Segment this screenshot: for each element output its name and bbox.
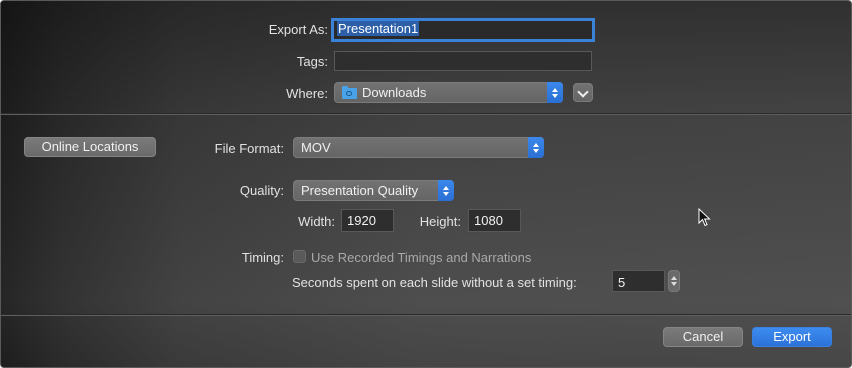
recorded-timings-label: Use Recorded Timings and Narrations [311,250,532,265]
file-format-value: MOV [301,140,331,155]
export-dialog: Export As: Presentation1 Tags: Where: Do… [0,0,852,368]
height-field[interactable]: 1080 [468,209,521,232]
seconds-label: Seconds spent on each slide without a se… [292,275,577,290]
top-separator [1,113,851,115]
quality-value: Presentation Quality [301,183,419,198]
mouse-cursor-icon [698,208,711,227]
quality-arrows-icon [438,180,454,201]
file-format-arrows-icon [528,137,544,158]
height-label: Height: [419,214,461,229]
quality-popup[interactable]: Presentation Quality [293,180,454,201]
where-value: Downloads [362,85,427,100]
quality-label: Quality: [239,183,284,198]
seconds-stepper[interactable] [668,270,680,292]
expand-button[interactable] [573,83,593,102]
chevron-down-icon [577,86,589,98]
export-button[interactable]: Export [752,327,832,347]
file-format-label: File Format: [214,141,284,156]
tags-label: Tags: [296,54,328,69]
folder-icon [342,86,357,99]
export-as-field[interactable]: Presentation1 [331,18,595,42]
recorded-timings-checkbox[interactable] [293,250,306,263]
export-as-value: Presentation1 [337,21,420,36]
where-popup-arrows-icon [547,82,563,103]
width-label: Width: [298,214,335,229]
seconds-field[interactable]: 5 [612,270,665,292]
stepper-down-icon [671,282,677,286]
online-locations-button[interactable]: Online Locations [24,137,156,157]
width-field[interactable]: 1920 [341,209,394,232]
timing-label: Timing: [241,250,284,265]
where-popup[interactable]: Downloads [334,82,563,103]
stepper-up-icon [671,276,677,280]
export-as-label: Export As: [268,22,328,37]
cancel-button[interactable]: Cancel [663,327,743,347]
where-label: Where: [286,86,328,101]
file-format-popup[interactable]: MOV [293,137,544,158]
bottom-separator [1,314,851,316]
tags-field[interactable] [334,51,592,71]
